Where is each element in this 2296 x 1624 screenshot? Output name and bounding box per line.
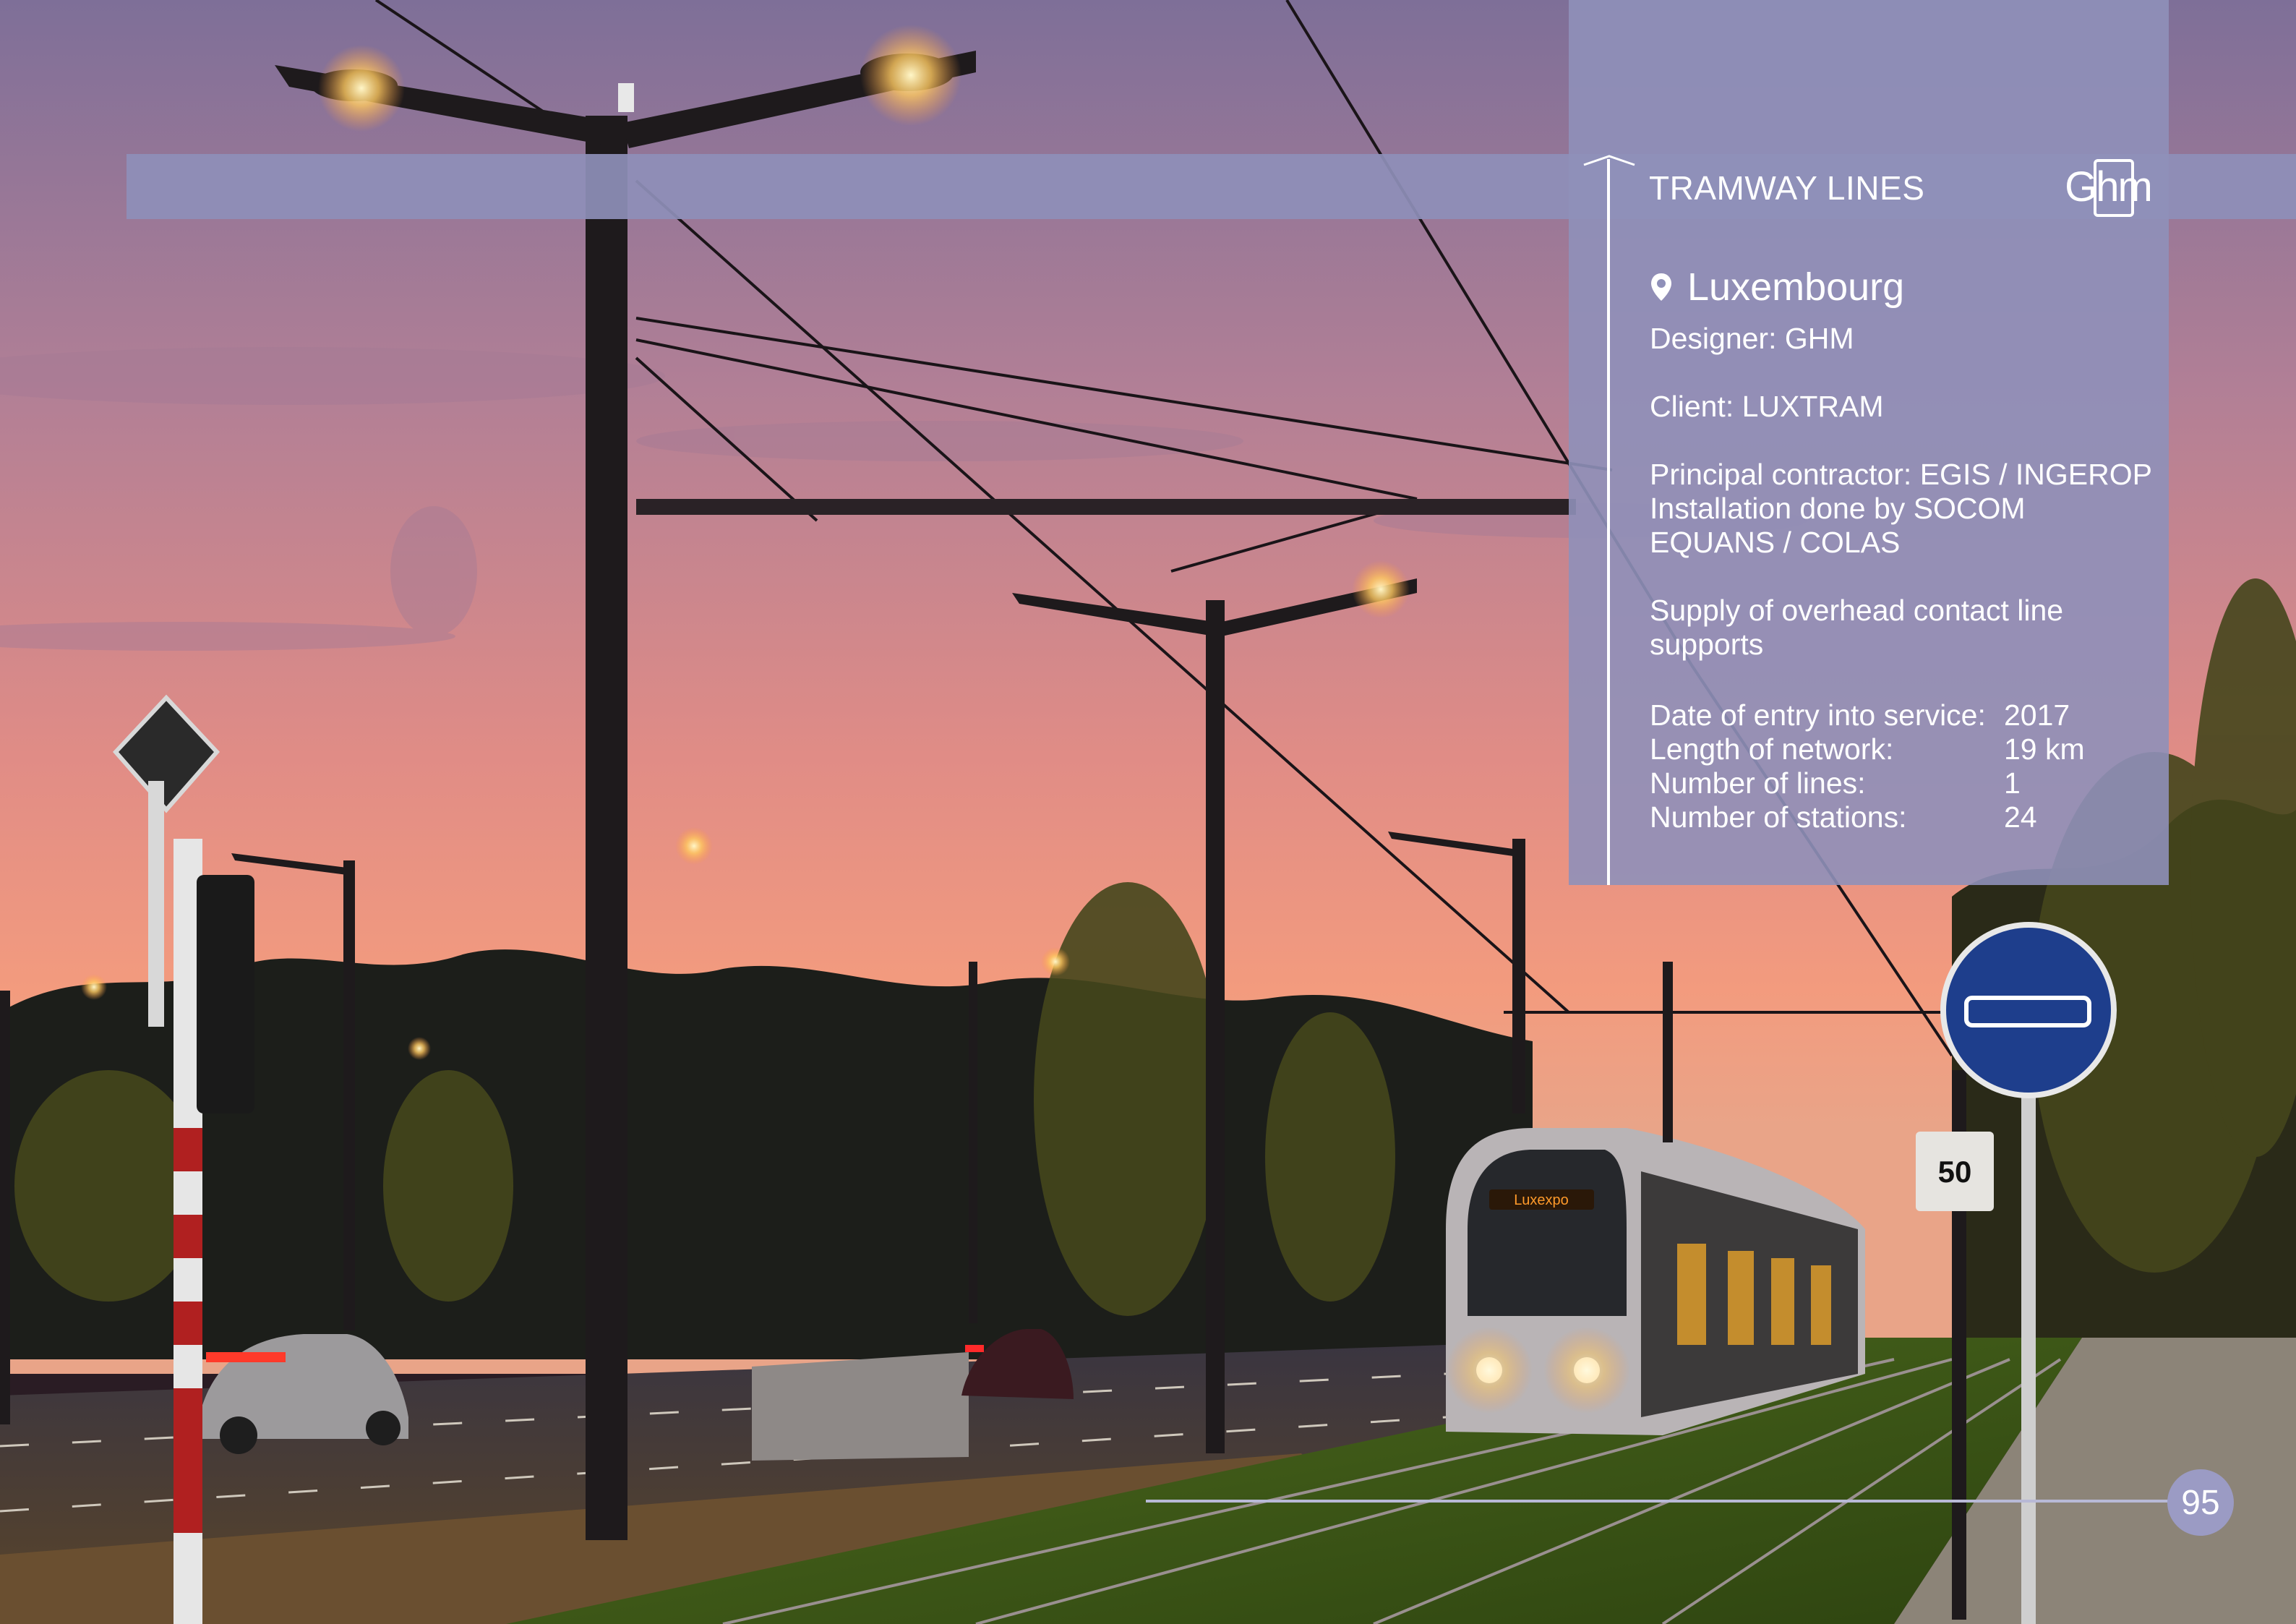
svg-text:Ghm: Ghm (2065, 163, 2151, 210)
stat-row: Number of lines: 1 (1650, 766, 2085, 800)
stat-row: Number of stations: 24 (1650, 800, 2085, 834)
project-stats: Date of entry into service: 2017 Length … (1650, 698, 2085, 834)
stat-label: Length of network: (1650, 732, 1894, 766)
stat-value: 19 km (2004, 732, 2085, 766)
location-name: Luxembourg (1687, 265, 1905, 309)
supply-text-2: supports (1650, 628, 1764, 661)
stat-row: Date of entry into service: 2017 (1650, 698, 2085, 732)
map-pin-icon (1651, 273, 1671, 301)
project-details: Designer: GHM Client: LUXTRAM Principal … (1650, 322, 2170, 662)
contractor-text-1: Principal contractor: EGIS / INGEROP (1650, 458, 2152, 491)
contractor-text-3: EQUANS / COLAS (1650, 526, 1901, 559)
section-title: TRAMWAY LINES (1649, 169, 1925, 207)
panel-divider-line (1607, 159, 1610, 885)
stat-value: 1 (2004, 766, 2021, 800)
designer-text: Designer: GHM (1650, 322, 1854, 355)
client-text: Client: LUXTRAM (1650, 390, 1884, 423)
contractor-text-2: Installation done by SOCOM (1650, 492, 2026, 525)
stat-value: 24 (2004, 800, 2037, 834)
stat-label: Number of stations: (1650, 800, 1907, 834)
stat-label: Date of entry into service: (1650, 698, 1986, 732)
footer-line (1146, 1500, 2190, 1503)
supply-text-1: Supply of overhead contact line (1650, 594, 2064, 627)
catenary-mast-icon (1583, 155, 1635, 166)
svg-text:50: 50 (1938, 1155, 1972, 1189)
project-location: Luxembourg (1650, 265, 1904, 309)
stat-value: 2017 (2004, 698, 2070, 732)
page-number: 95 (2167, 1469, 2234, 1536)
svg-text:Luxexpo: Luxexpo (1514, 1192, 1569, 1208)
stat-row: Length of network: 19 km (1650, 732, 2085, 766)
ghm-logo: Ghm (2065, 159, 2153, 217)
stat-label: Number of lines: (1650, 766, 1866, 800)
